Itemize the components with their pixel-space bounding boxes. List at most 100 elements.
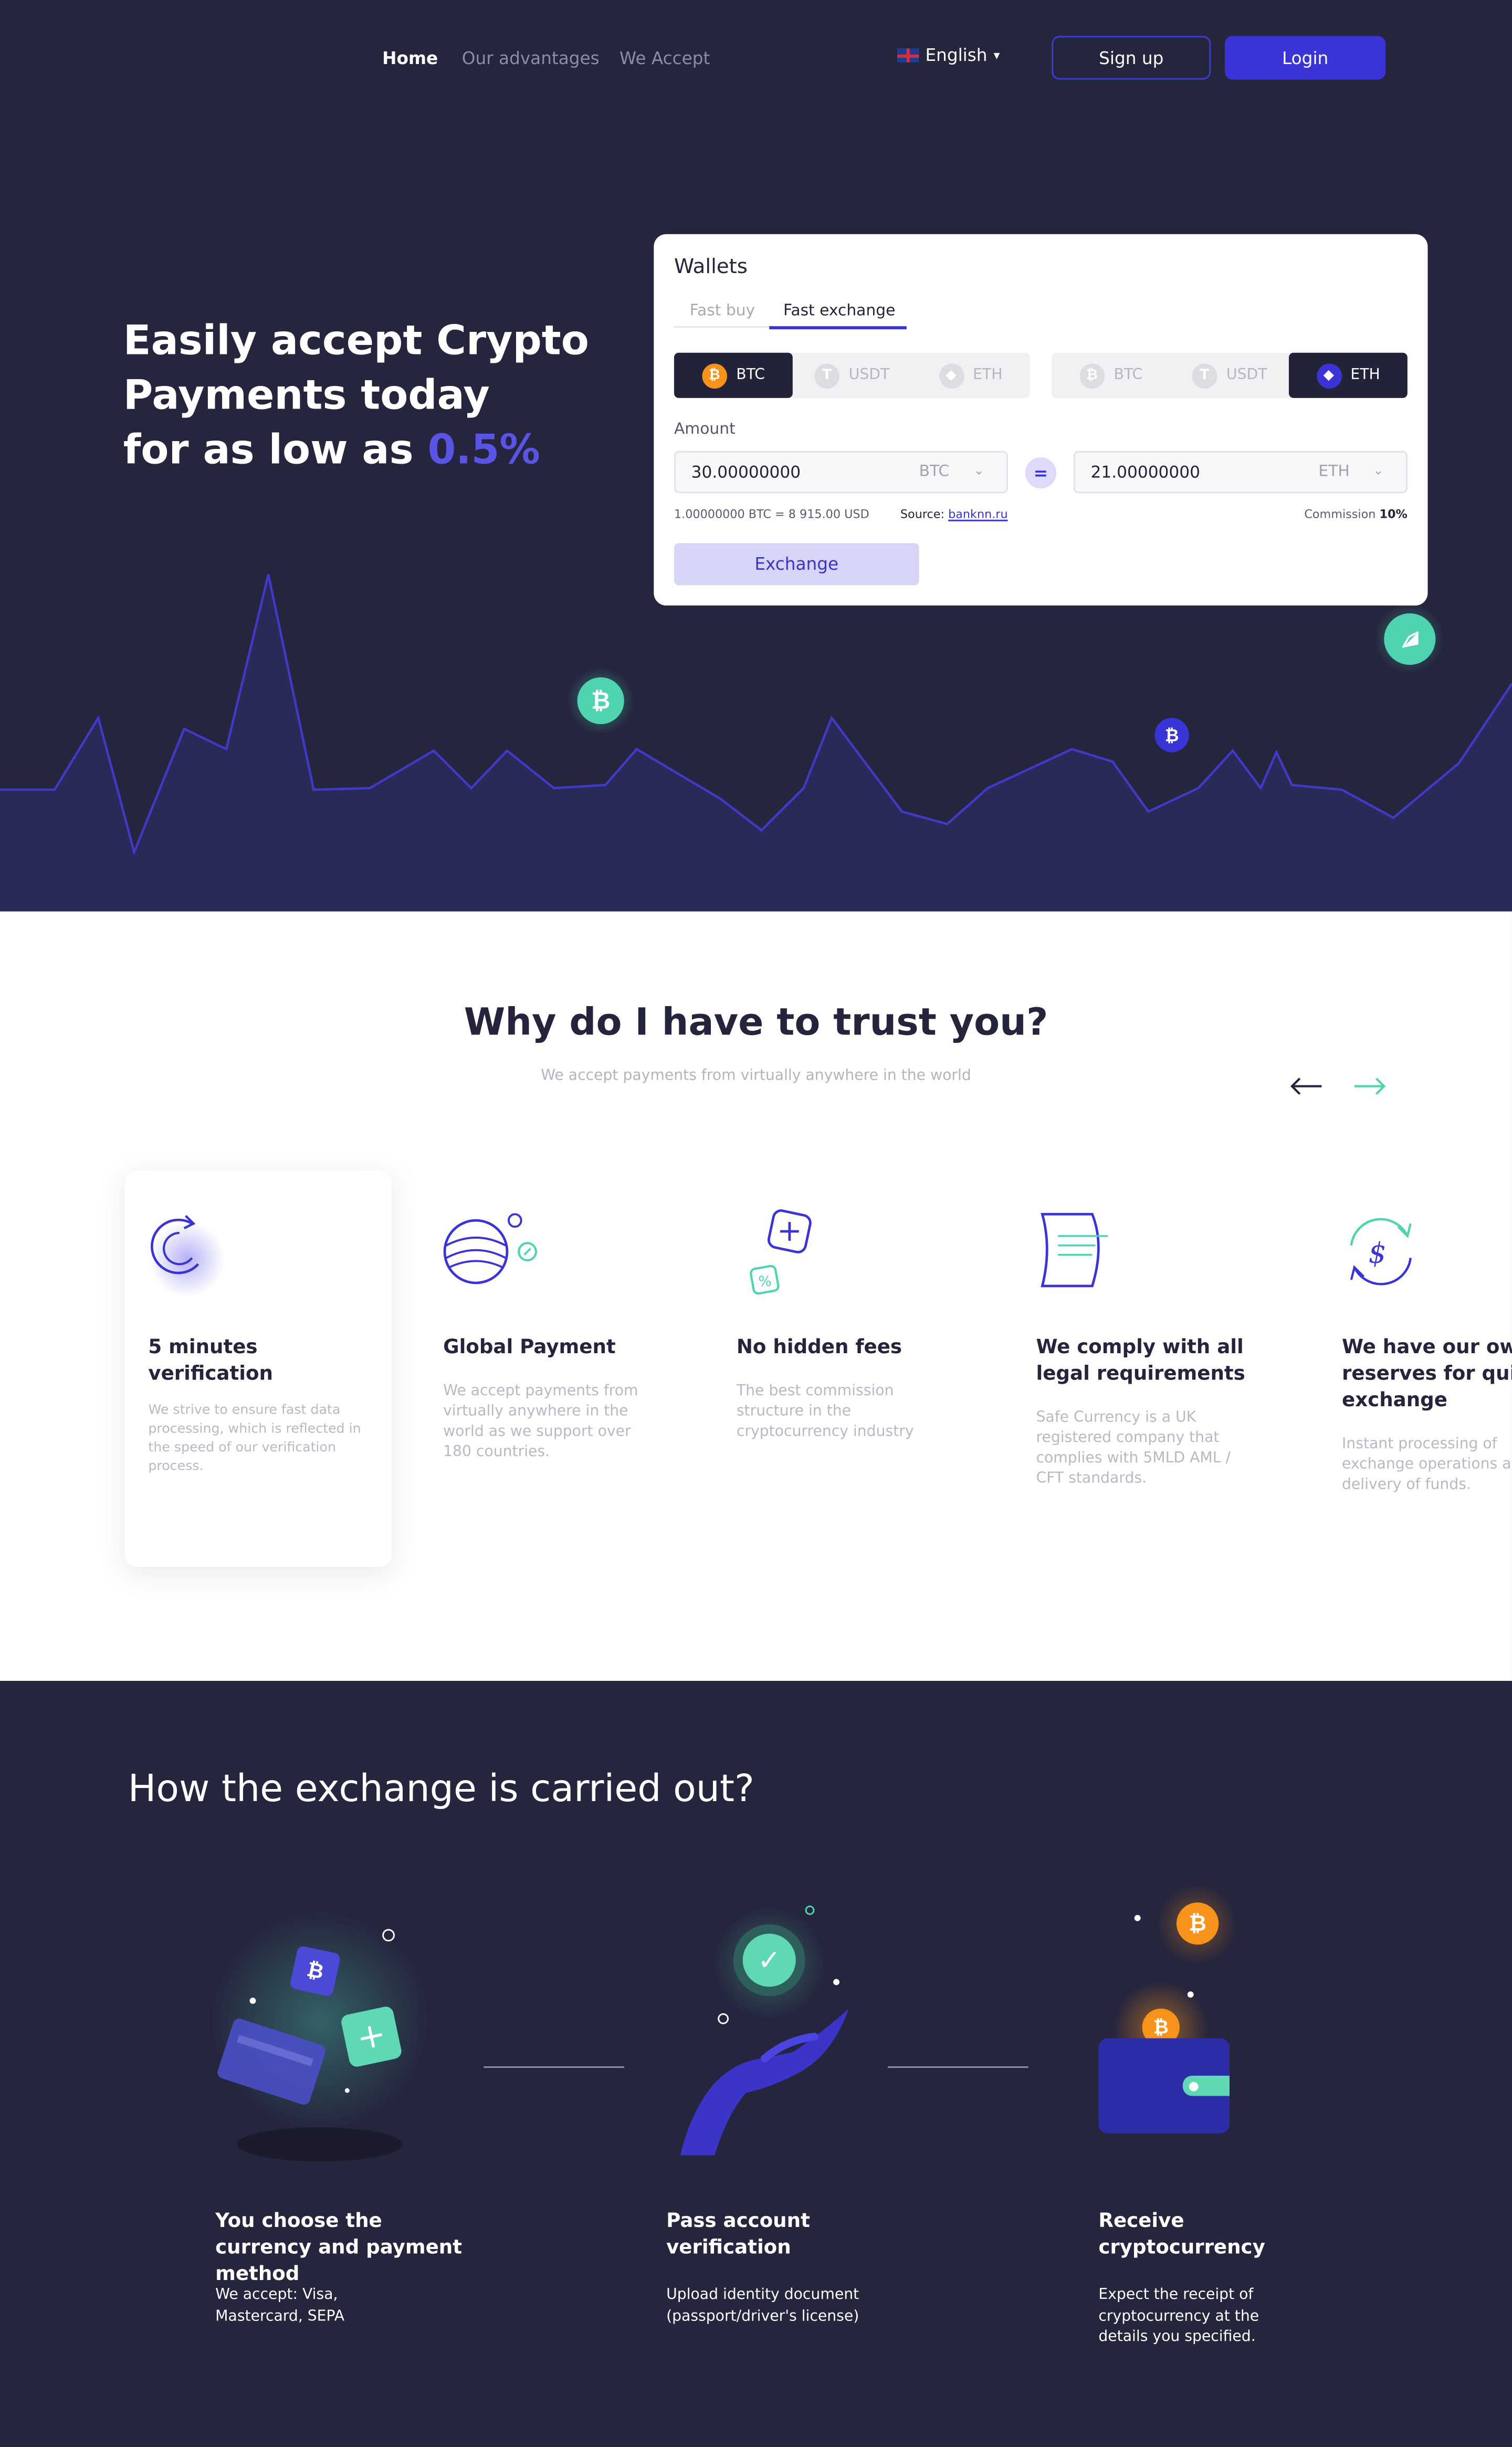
feature-text: We accept payments from virtually anywhe…: [443, 1383, 638, 1461]
source-info: Source: banknn.ru: [900, 507, 1008, 521]
feature-text: We strive to ensure fast data processing…: [148, 1403, 361, 1475]
arrow-right-icon[interactable]: [1353, 1077, 1387, 1096]
sparkle: [805, 1905, 815, 1915]
trust-subtitle: We accept payments from virtually anywhe…: [541, 1067, 971, 1085]
bitcoin-tile-icon: ₿: [289, 1945, 341, 1998]
commission-value: 10%: [1379, 507, 1408, 521]
to-coin-btc[interactable]: ₿ BTC: [1052, 353, 1170, 398]
step-connector: [484, 2066, 624, 2068]
step-text: We accept: Visa, Mastercard, SEPA: [215, 2286, 345, 2325]
feature-title: We have our own reserves for quick excha…: [1342, 1334, 1512, 1411]
feature-title: We comply with all legal requirements: [1036, 1334, 1245, 1385]
to-amount-input[interactable]: 21.00000000 ETH ⌄: [1073, 451, 1408, 494]
feature-item: 5 minutes verification We strive to ensu…: [148, 1333, 366, 1476]
sparkle: [718, 2013, 729, 2024]
active-tab-indicator: [769, 326, 907, 330]
to-currency-select[interactable]: ETH: [1318, 464, 1349, 481]
from-currency-select[interactable]: BTC: [919, 464, 950, 481]
ethereum-icon: ◆: [1316, 363, 1341, 388]
uk-flag-icon: [897, 48, 919, 62]
exchange-button[interactable]: Exchange: [674, 543, 919, 585]
leaf-token-icon: [1384, 613, 1436, 665]
coin-label: BTC: [736, 367, 765, 384]
from-coin-btc[interactable]: ₿ BTC: [674, 352, 793, 398]
hero-title-line1: Easily accept Crypto: [123, 318, 589, 365]
plus-tile-icon: +: [340, 2005, 403, 2068]
nav-home[interactable]: Home: [382, 48, 438, 69]
hero-title-accent: 0.5%: [427, 427, 540, 475]
equals-icon: =: [1025, 457, 1057, 489]
signup-button[interactable]: Sign up: [1052, 36, 1211, 80]
bitcoin-icon: ₿: [701, 363, 727, 388]
sparkle: [1134, 1915, 1141, 1921]
hand-icon: [680, 2009, 849, 2156]
from-coin-selector: ₿ BTC T USDT ◆ ETH: [674, 352, 1030, 398]
feature-title: 5 minutes verification: [148, 1334, 273, 1385]
step-title: Pass account verification: [666, 2208, 810, 2258]
source-link[interactable]: banknn.ru: [948, 507, 1007, 521]
hero-title-line3: for as low as: [123, 427, 414, 475]
tab-fast-buy[interactable]: Fast buy: [690, 303, 755, 328]
login-button[interactable]: Login: [1225, 36, 1386, 80]
from-coin-eth[interactable]: ◆ ETH: [911, 353, 1030, 398]
language-selector[interactable]: English ▾: [897, 45, 1000, 66]
amount-label: Amount: [674, 421, 736, 439]
step-text: Expect the receipt of cryptocurrency at …: [1098, 2286, 1259, 2346]
arrow-left-icon[interactable]: [1289, 1077, 1323, 1096]
shadow: [237, 2127, 403, 2162]
feature-item: We comply with all legal requirements Sa…: [1036, 1333, 1246, 1489]
from-amount-value: 30.00000000: [691, 463, 801, 483]
feature-item: We have our own reserves for quick excha…: [1342, 1333, 1512, 1520]
reserves-dollar-icon: $: [1350, 1218, 1412, 1285]
commission-label: Commission: [1304, 507, 1376, 521]
from-amount-input[interactable]: 30.00000000 BTC ⌄: [674, 451, 1008, 494]
wallet-icon: [1098, 2038, 1230, 2134]
step-title: You choose the currency and payment meth…: [215, 2208, 463, 2285]
coin-label: USDT: [848, 367, 890, 384]
commission-info: Commission 10%: [1304, 507, 1407, 521]
step-text: Upload identity document (passport/drive…: [666, 2286, 859, 2325]
document-legal-icon: [1041, 1212, 1108, 1288]
fees-percent-icon: %: [750, 1209, 812, 1295]
to-amount-value: 21.00000000: [1090, 463, 1201, 483]
sparkle: [382, 1929, 395, 1942]
sparkle: [1187, 1991, 1194, 1998]
from-coin-usdt[interactable]: T USDT: [793, 353, 911, 398]
feature-item: Global Payment We accept payments from v…: [443, 1333, 654, 1462]
bitcoin-badge-icon: ₿: [1154, 718, 1189, 752]
trust-title: Why do I have to trust you?: [464, 1000, 1048, 1044]
to-coin-selector: ₿ BTC T USDT ◆ ETH: [1052, 352, 1408, 398]
nav-our-advantages[interactable]: Our advantages: [462, 48, 600, 69]
chevron-down-icon: ⌄: [1373, 463, 1384, 478]
feature-title: No hidden fees: [736, 1334, 902, 1358]
ethereum-icon: ◆: [938, 363, 964, 388]
svg-text:%: %: [758, 1273, 771, 1290]
sparkle: [833, 1979, 839, 1985]
tab-fast-exchange[interactable]: Fast exchange: [783, 303, 895, 328]
glow: [195, 1904, 445, 2138]
hero-title: Easily accept Crypto Payments today for …: [123, 315, 638, 479]
hero-title-line2: Payments today: [123, 373, 490, 420]
language-label: English: [925, 45, 988, 66]
chevron-down-icon: ⌄: [973, 463, 984, 478]
tether-icon: T: [814, 363, 839, 388]
to-coin-usdt[interactable]: T USDT: [1170, 353, 1289, 398]
hero-price-chart: [0, 574, 1512, 912]
step-title: Receive cryptocurrency: [1098, 2208, 1265, 2258]
coin-label: BTC: [1114, 367, 1143, 384]
svg-text:$: $: [1369, 1236, 1387, 1269]
wallet-card: Wallets Fast buy Fast exchange ₿ BTC T USD…: [654, 234, 1428, 606]
feature-text: Instant processing of exchange operation…: [1342, 1436, 1512, 1494]
coin-label: ETH: [973, 367, 1003, 384]
sparkle: [344, 2088, 350, 2093]
feature-item: No hidden fees The best commission struc…: [737, 1333, 939, 1442]
nav-we-accept[interactable]: We Accept: [620, 48, 710, 69]
tab-underline: [674, 326, 773, 328]
coin-label: USDT: [1226, 367, 1267, 384]
to-coin-eth[interactable]: ◆ ETH: [1288, 352, 1408, 398]
bitcoin-coin-icon: ₿: [1176, 1902, 1219, 1945]
refresh-speed-icon: [150, 1215, 200, 1274]
globe-icon: [443, 1213, 537, 1284]
exchange-rate: 1.00000000 BTC = 8 915.00 USD: [674, 507, 869, 521]
source-label: Source:: [900, 507, 945, 521]
